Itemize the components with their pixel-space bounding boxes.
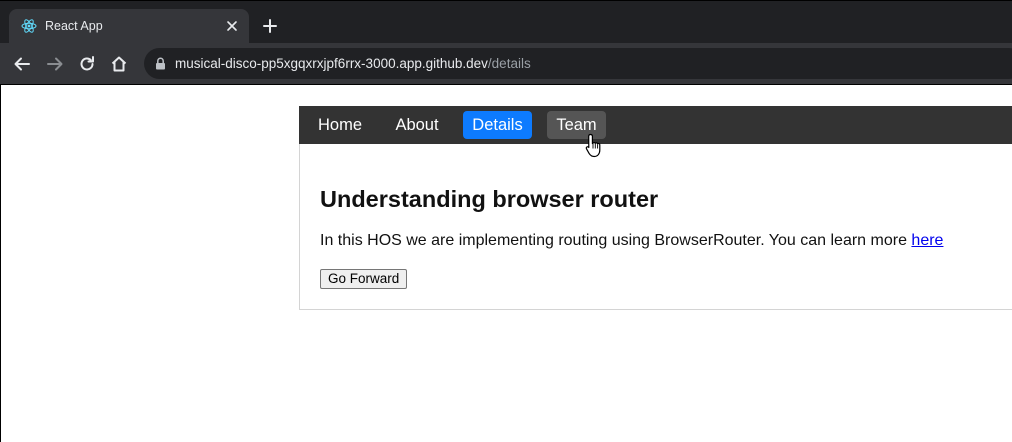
browser-tab[interactable]: React App	[9, 9, 249, 44]
browser-toolbar: musical-disco-pp5xgqxrxjpf6rrx-3000.app.…	[0, 43, 1012, 85]
page-heading: Understanding browser router	[320, 186, 659, 212]
react-logo-icon	[21, 19, 37, 33]
reload-icon[interactable]	[78, 55, 96, 73]
lock-icon[interactable]	[155, 57, 166, 70]
go-forward-button[interactable]: Go Forward	[320, 269, 408, 289]
address-bar[interactable]: musical-disco-pp5xgqxrxjpf6rrx-3000.app.…	[144, 48, 1012, 79]
window-edge	[0, 85, 1, 442]
description-text: In this HOS we are implementing routing …	[320, 232, 943, 250]
close-icon[interactable]	[225, 19, 239, 33]
nav-link-details[interactable]: Details	[463, 111, 532, 139]
app-navbar: Home About Details Team	[299, 106, 1012, 144]
hand-pointer-cursor-icon	[585, 133, 601, 158]
url-path: /details	[487, 56, 531, 71]
url-text: musical-disco-pp5xgqxrxjpf6rrx-3000.app.…	[175, 56, 531, 72]
description-body: In this HOS we are implementing routing …	[320, 232, 912, 249]
details-content: Understanding browser router In this HOS…	[299, 144, 1012, 310]
url-host: musical-disco-pp5xgqxrxjpf6rrx-3000.app.…	[175, 56, 488, 71]
nav-link-about[interactable]: About	[387, 111, 447, 139]
nav-link-home[interactable]: Home	[309, 111, 371, 139]
back-arrow-icon[interactable]	[13, 55, 31, 73]
home-icon[interactable]	[110, 55, 128, 73]
tab-strip: React App	[0, 0, 1012, 44]
forward-arrow-icon[interactable]	[46, 55, 64, 73]
learn-more-link[interactable]: here	[911, 232, 943, 249]
tab-title: React App	[45, 19, 103, 33]
new-tab-icon[interactable]	[262, 18, 278, 34]
